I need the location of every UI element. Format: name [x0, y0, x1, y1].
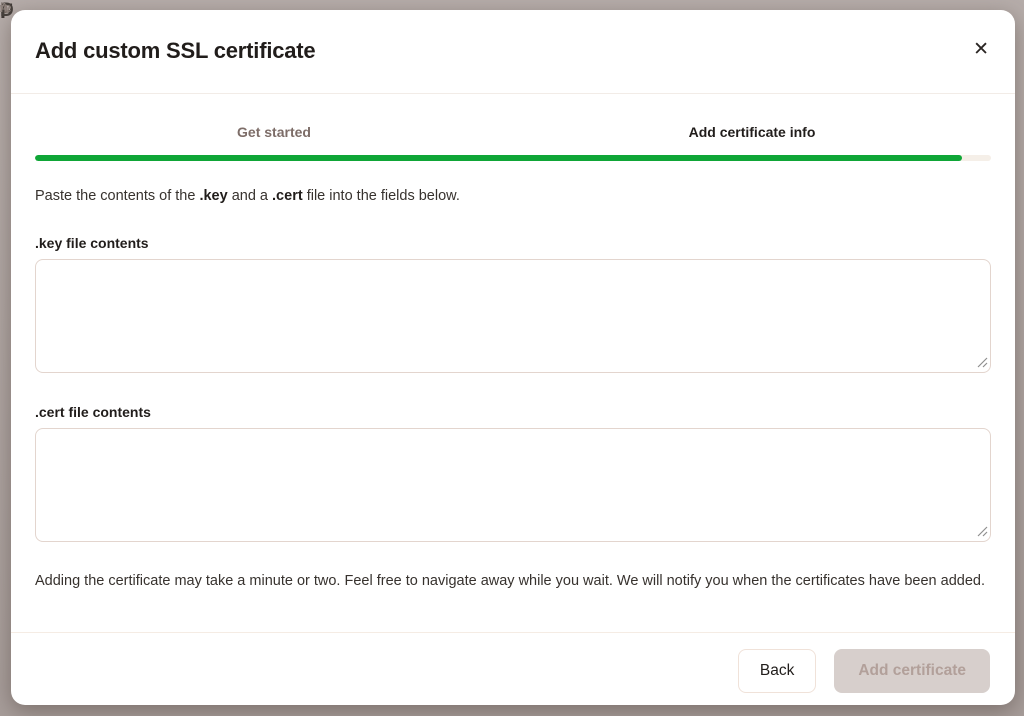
background-text-fragment: c [0, 0, 7, 16]
wait-note: Adding the certificate may take a minute… [35, 570, 991, 593]
cert-file-label: .cert file contents [35, 404, 991, 420]
background-text-fragment: s [0, 0, 8, 16]
wizard-steps: Get started Add certificate info [35, 124, 991, 140]
dialog-title: Add custom SSL certificate [35, 38, 991, 64]
background-text-fragment: A [0, 0, 9, 15]
intro-text-part: file into the fields below. [303, 188, 460, 204]
background-text-fragment: fr [0, 0, 8, 15]
dialog-footer: Back Add certificate [11, 632, 1015, 705]
close-button[interactable]: ✕ [973, 40, 989, 59]
add-ssl-certificate-dialog: Add custom SSL certificate ✕ Get started… [11, 10, 1015, 705]
background-text-fragment: re [0, 0, 12, 15]
add-certificate-button[interactable]: Add certificate [834, 649, 990, 693]
cert-file-textarea[interactable] [35, 428, 991, 542]
intro-text: Paste the contents of the .key and a .ce… [35, 188, 991, 204]
wizard-progress-bar [35, 155, 991, 161]
back-button[interactable]: Back [738, 649, 816, 693]
dialog-body: Get started Add certificate info Paste t… [11, 94, 1015, 632]
intro-text-part: and a [228, 188, 272, 204]
dialog-header: Add custom SSL certificate ✕ [11, 10, 1015, 94]
key-file-textarea[interactable] [35, 259, 991, 373]
step-get-started[interactable]: Get started [35, 124, 513, 140]
key-file-label: .key file contents [35, 235, 991, 251]
background-text-fragment: w [0, 0, 10, 16]
intro-key-ext: .key [199, 188, 227, 204]
intro-cert-ext: .cert [272, 188, 303, 204]
step-add-certificate-info[interactable]: Add certificate info [513, 124, 991, 140]
background-text-fragment: d [0, 0, 8, 16]
close-icon: ✕ [973, 39, 989, 60]
cert-file-field-wrap [35, 428, 991, 542]
wizard-progress-fill [35, 155, 962, 161]
key-file-field-wrap [35, 259, 991, 373]
intro-text-part: Paste the contents of the [35, 188, 199, 204]
